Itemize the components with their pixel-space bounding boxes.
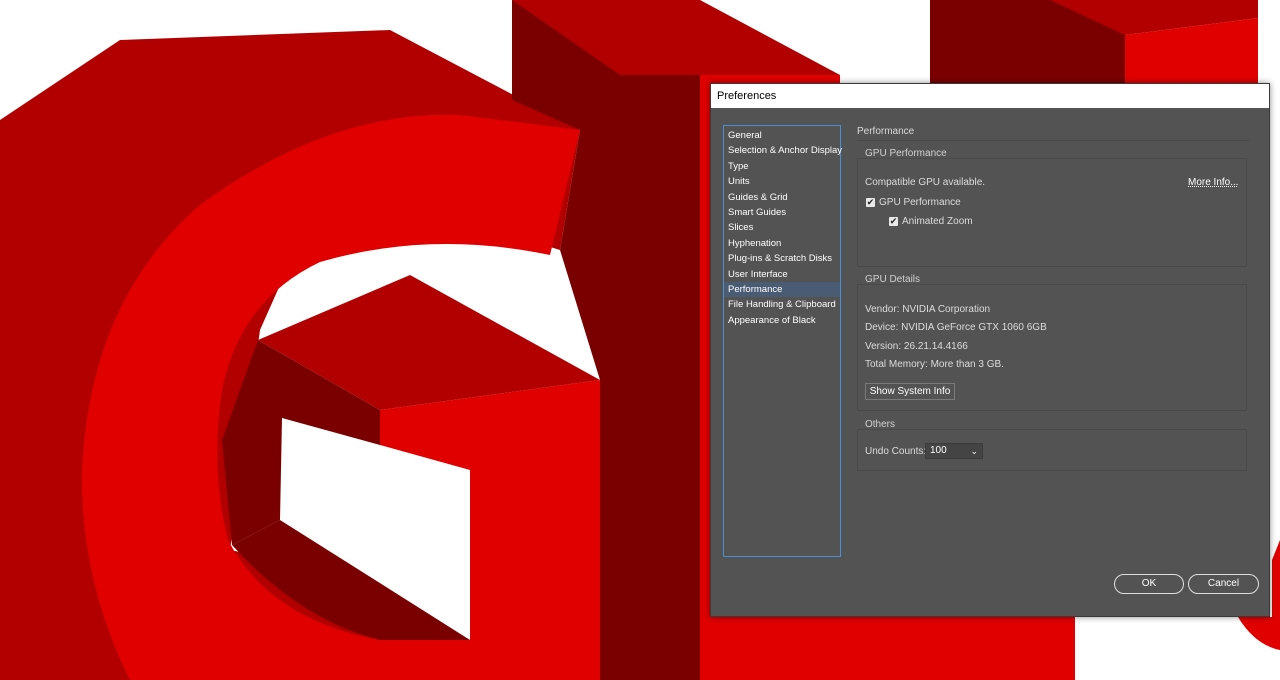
category-item-performance[interactable]: Performance — [724, 281, 840, 298]
page-title: Performance — [857, 126, 1249, 141]
category-item-units[interactable]: Units — [724, 174, 840, 189]
category-item-guides-grid[interactable]: Guides & Grid — [724, 190, 840, 205]
gpu-performance-title: GPU Performance — [865, 148, 947, 159]
ok-button[interactable]: OK — [1114, 574, 1184, 594]
category-item-user-interface[interactable]: User Interface — [724, 267, 840, 282]
category-item-appearance-of-black[interactable]: Appearance of Black — [724, 313, 840, 328]
category-item-slices[interactable]: Slices — [724, 220, 840, 235]
gpu-version: Version: 26.21.14.4166 — [865, 341, 968, 352]
undo-counts-value: 100 — [930, 445, 947, 456]
show-system-info-button[interactable]: Show System Info — [865, 383, 955, 400]
animated-zoom-checkbox[interactable]: ✔ — [889, 217, 898, 226]
category-list: General Selection & Anchor Display Type Uni… — [723, 125, 842, 557]
category-item-general[interactable]: General — [724, 128, 840, 143]
undo-counts-label: Undo Counts: — [865, 446, 927, 457]
preferences-dialog: Preferences General Selection & Anchor Di… — [710, 83, 1270, 617]
category-item-hyphenation[interactable]: Hyphenation — [724, 236, 840, 251]
category-item-smart-guides[interactable]: Smart Guides — [724, 205, 840, 220]
category-item-type[interactable]: Type — [724, 159, 840, 174]
chevron-down-icon: ⌄ — [970, 446, 978, 456]
dialog-title: Preferences — [711, 84, 1269, 108]
category-item-file-handling-clipboard[interactable]: File Handling & Clipboard — [724, 297, 840, 312]
gpu-vendor: Vendor: NVIDIA Corporation — [865, 304, 991, 315]
category-item-selection-anchor-display[interactable]: Selection & Anchor Display — [724, 143, 842, 158]
gpu-memory: Total Memory: More than 3 GB. — [865, 359, 1004, 370]
letter-bottom-face — [706, 617, 1075, 680]
others-title: Others — [865, 419, 896, 430]
gpu-details-group: GPU Details Vendor: NVIDIA Corporation D… — [857, 274, 1247, 411]
animated-zoom-checkbox-label: Animated Zoom — [902, 216, 973, 227]
cancel-button[interactable]: Cancel — [1188, 574, 1259, 594]
performance-panel: Performance GPU Performance Compatible G… — [857, 126, 1249, 471]
undo-counts-select[interactable]: 100 ⌄ — [925, 443, 983, 459]
others-group: Others Undo Counts: 100 ⌄ — [857, 419, 1247, 471]
category-item-plug-ins-scratch-disks[interactable]: Plug-ins & Scratch Disks — [724, 251, 840, 266]
more-info-link[interactable]: More Info... — [1188, 177, 1239, 188]
gpu-status-text: Compatible GPU available. — [865, 177, 986, 188]
gpu-performance-checkbox[interactable]: ✔ — [866, 198, 875, 207]
gpu-performance-group: GPU Performance Compatible GPU available… — [857, 148, 1247, 267]
gpu-details-title: GPU Details — [865, 274, 921, 285]
gpu-performance-checkbox-label: GPU Performance — [879, 197, 961, 208]
gpu-device: Device: NVIDIA GeForce GTX 1060 6GB — [865, 322, 1047, 333]
